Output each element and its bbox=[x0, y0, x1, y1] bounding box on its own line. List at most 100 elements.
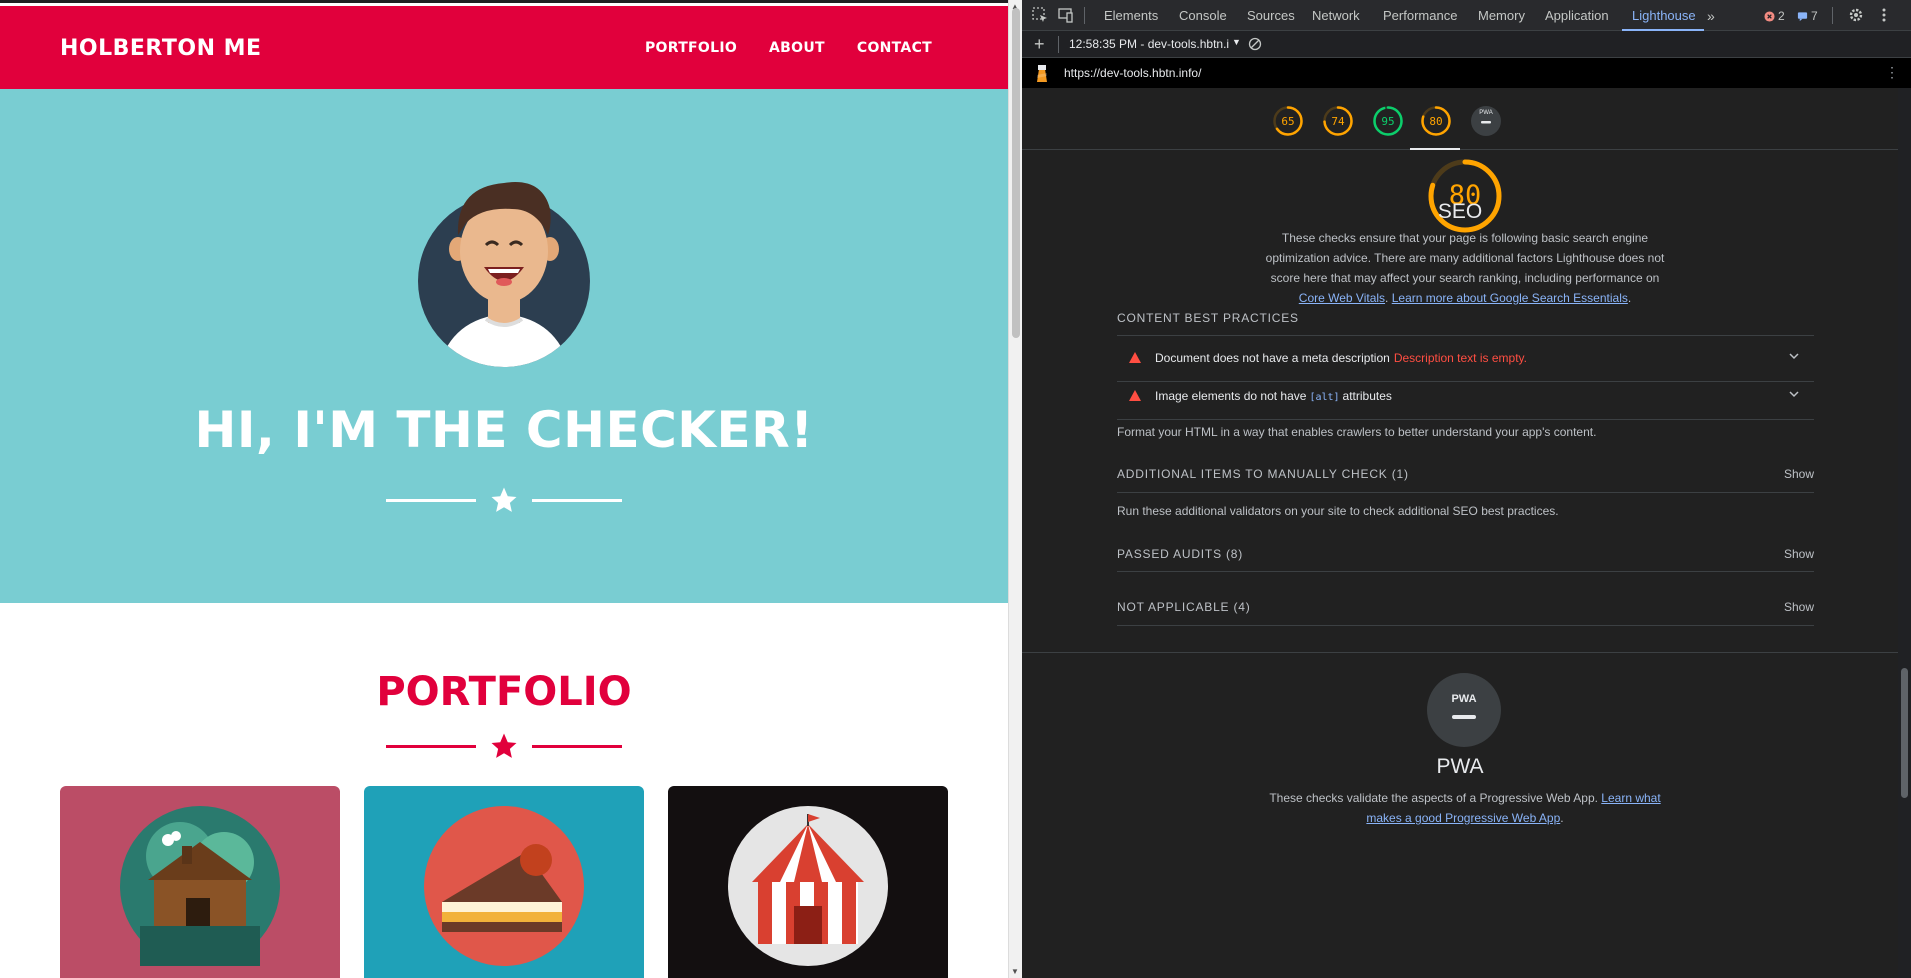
hero-section: HI, I'M THE CHECKER! bbox=[0, 89, 1008, 603]
score-value: 95 bbox=[1381, 115, 1395, 128]
pwa-badge-label: PWA bbox=[1451, 693, 1477, 705]
seo-desc-line: These checks ensure that your page is fo… bbox=[1281, 231, 1649, 245]
report-url[interactable]: https://dev-tools.hbtn.info/ bbox=[1064, 66, 1201, 80]
errors-badge[interactable]: 2 bbox=[1764, 9, 1785, 23]
format-note: Format your HTML in a way that enables c… bbox=[1117, 425, 1597, 439]
kebab-menu-icon[interactable] bbox=[1875, 6, 1893, 24]
scroll-down-icon[interactable]: ▼ bbox=[1011, 967, 1019, 976]
chevron-down-icon[interactable] bbox=[1788, 388, 1800, 400]
portfolio-heading: PORTFOLIO bbox=[376, 669, 632, 715]
fail-triangle-icon bbox=[1129, 352, 1141, 363]
report-selector[interactable]: 12:58:35 PM - dev-tools.hbtn.i bbox=[1069, 37, 1229, 51]
tab-performance[interactable]: Performance bbox=[1383, 8, 1457, 23]
chevron-down-icon[interactable]: ▼ bbox=[1232, 37, 1241, 47]
tab-network[interactable]: Network bbox=[1312, 8, 1360, 23]
audit-warning: Description text is empty. bbox=[1393, 351, 1527, 365]
portfolio-divider bbox=[386, 731, 622, 761]
new-report-icon[interactable]: + bbox=[1034, 34, 1045, 55]
audit-image-alt[interactable]: Image elements do not have [alt] attribute… bbox=[1117, 374, 1814, 420]
manual-check-note: Run these additional validators on your … bbox=[1117, 504, 1559, 518]
avatar-illustration bbox=[418, 182, 590, 367]
content-best-practices-heading: CONTENT BEST PRACTICES bbox=[1117, 311, 1299, 325]
audit-title: Image elements do not have bbox=[1155, 389, 1307, 403]
devtools-panel: Elements Console Sources Network Perform… bbox=[1022, 0, 1911, 978]
lighthouse-logo-icon bbox=[1037, 65, 1047, 82]
portfolio-card-cake[interactable] bbox=[364, 786, 644, 978]
message-icon bbox=[1797, 11, 1808, 21]
score-value: 74 bbox=[1331, 115, 1345, 128]
site-header: HOLBERTON ME PORTFOLIO ABOUT CONTACT bbox=[0, 6, 1008, 89]
site-nav: PORTFOLIO ABOUT CONTACT bbox=[645, 40, 932, 56]
device-toolbar-icon[interactable] bbox=[1057, 6, 1075, 24]
nav-contact[interactable]: CONTACT bbox=[857, 40, 932, 56]
page-scroll-thumb[interactable] bbox=[1012, 8, 1020, 338]
chevron-down-icon[interactable] bbox=[1788, 350, 1800, 362]
nav-about[interactable]: ABOUT bbox=[769, 40, 825, 56]
fail-triangle-icon bbox=[1129, 390, 1141, 401]
audit-title: Document does not have a meta descriptio… bbox=[1155, 351, 1390, 365]
tab-sources[interactable]: Sources bbox=[1247, 8, 1295, 23]
clear-icon[interactable] bbox=[1248, 37, 1262, 51]
seo-desc-line: score here that may affect your search r… bbox=[1270, 271, 1660, 285]
score-gauge[interactable]: 80 bbox=[1420, 105, 1452, 137]
report-menu-icon[interactable]: ⋮ bbox=[1885, 64, 1899, 81]
show-button[interactable]: Show bbox=[1784, 547, 1814, 561]
hero-divider bbox=[386, 485, 622, 515]
lighthouse-toolbar: + 12:58:35 PM - dev-tools.hbtn.i ▼ bbox=[1022, 31, 1911, 58]
pwa-learn-link[interactable]: Learn what bbox=[1601, 791, 1660, 805]
messages-badge[interactable]: 7 bbox=[1797, 9, 1818, 23]
score-value: 80 bbox=[1429, 115, 1443, 128]
page-scrollbar[interactable]: ▲ ▼ bbox=[1008, 0, 1022, 978]
star-icon bbox=[491, 487, 517, 512]
errors-count: 2 bbox=[1778, 9, 1785, 23]
pwa-desc-text: These checks validate the aspects of a P… bbox=[1269, 791, 1598, 805]
tab-application[interactable]: Application bbox=[1545, 8, 1609, 23]
tab-lighthouse[interactable]: Lighthouse bbox=[1632, 8, 1696, 23]
star-icon bbox=[491, 733, 517, 758]
portfolio-card-circus[interactable] bbox=[668, 786, 948, 978]
active-gauge-underline bbox=[1410, 148, 1460, 150]
site-brand[interactable]: HOLBERTON ME bbox=[60, 36, 262, 61]
pwa-learn-link-cont[interactable]: makes a good Progressive Web App bbox=[1366, 811, 1560, 825]
seo-description: These checks ensure that your page is fo… bbox=[1262, 228, 1668, 308]
passed-audits-heading[interactable]: PASSED AUDITS (8) Show bbox=[1117, 547, 1814, 561]
score-gauge[interactable]: 65 bbox=[1272, 105, 1304, 137]
show-button[interactable]: Show bbox=[1784, 467, 1814, 481]
score-gauge[interactable]: 95 bbox=[1372, 105, 1404, 137]
messages-count: 7 bbox=[1811, 9, 1818, 23]
manual-check-heading[interactable]: ADDITIONAL ITEMS TO MANUALLY CHECK (1) S… bbox=[1117, 467, 1814, 481]
audit-title-suffix: attributes bbox=[1342, 389, 1392, 403]
tab-console[interactable]: Console bbox=[1179, 8, 1227, 23]
not-applicable-heading[interactable]: NOT APPLICABLE (4) Show bbox=[1117, 600, 1814, 614]
cabin-icon bbox=[120, 806, 280, 966]
pwa-section: PWA PWA These checks validate the aspect… bbox=[1022, 652, 1898, 852]
score-gauge[interactable]: 74 bbox=[1322, 105, 1354, 137]
tab-memory[interactable]: Memory bbox=[1478, 8, 1525, 23]
manual-check-label: ADDITIONAL ITEMS TO MANUALLY CHECK (1) bbox=[1117, 467, 1409, 481]
score-gauge-strip: 65 74 95 80 PWA bbox=[1022, 88, 1898, 150]
devtools-tabbar: Elements Console Sources Network Perform… bbox=[1022, 0, 1911, 31]
search-essentials-link[interactable]: Learn more about Google Search Essential… bbox=[1392, 291, 1628, 305]
more-tabs-icon[interactable]: » bbox=[1707, 8, 1715, 24]
gear-icon[interactable] bbox=[1847, 6, 1865, 24]
portfolio-card-cabin[interactable] bbox=[60, 786, 340, 978]
inspect-element-icon[interactable] bbox=[1031, 6, 1049, 24]
devtools-scrollbar[interactable] bbox=[1898, 88, 1911, 978]
tab-elements[interactable]: Elements bbox=[1104, 8, 1158, 23]
seo-desc-line: optimization advice. There are many addi… bbox=[1265, 251, 1665, 265]
pwa-title: PWA bbox=[1436, 755, 1484, 778]
core-web-vitals-link[interactable]: Core Web Vitals bbox=[1299, 291, 1385, 305]
cake-icon bbox=[424, 806, 584, 966]
report-url-bar: https://dev-tools.hbtn.info/ ⋮ bbox=[1022, 58, 1911, 88]
nav-portfolio[interactable]: PORTFOLIO bbox=[645, 40, 737, 56]
pwa-dash-icon bbox=[1452, 715, 1476, 719]
website-viewport: HOLBERTON ME PORTFOLIO ABOUT CONTACT HI,… bbox=[0, 0, 1008, 978]
pwa-mini-label: PWA bbox=[1479, 110, 1493, 116]
score-value: 65 bbox=[1281, 115, 1295, 128]
circus-tent-icon bbox=[728, 806, 888, 966]
show-button[interactable]: Show bbox=[1784, 600, 1814, 614]
error-icon bbox=[1764, 10, 1775, 22]
seo-title: SEO bbox=[1437, 200, 1483, 223]
devtools-scroll-thumb[interactable] bbox=[1901, 668, 1908, 798]
pwa-mini-gauge[interactable]: PWA bbox=[1470, 105, 1502, 137]
